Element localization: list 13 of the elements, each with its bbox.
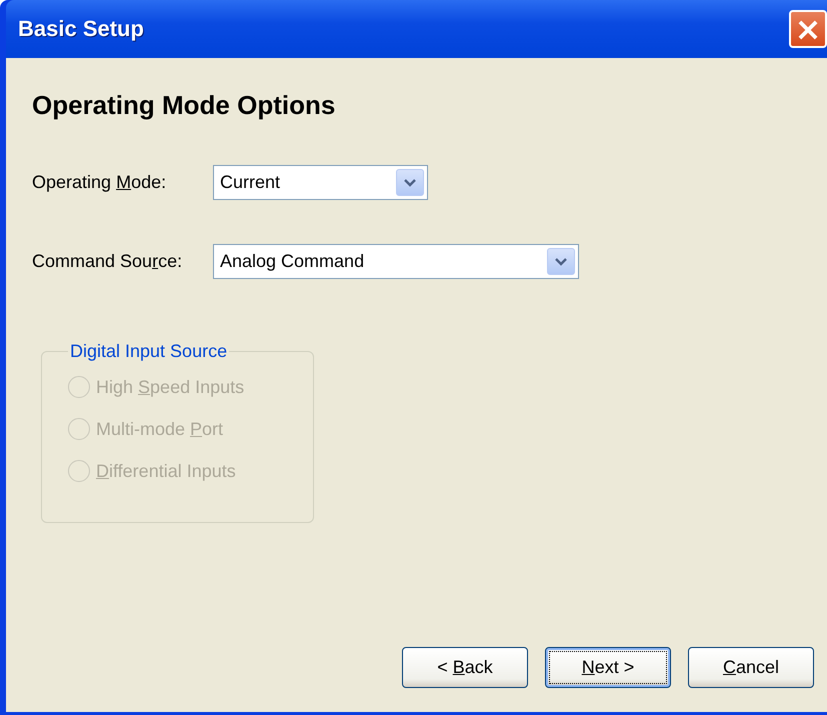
dialog-button[interactable]: Cancel — [688, 647, 814, 688]
field-label: Command Source: — [32, 251, 184, 272]
dialog-button[interactable]: < Back — [402, 647, 528, 688]
dialog-button[interactable]: Next > — [545, 647, 671, 688]
radio-label: High Speed Inputs — [96, 376, 244, 398]
dropdown[interactable]: Current — [213, 165, 428, 200]
page-heading: Operating Mode Options — [32, 90, 336, 121]
window-title: Basic Setup — [18, 16, 144, 42]
radio-label: Differential Inputs — [96, 460, 236, 482]
field-label: Operating Mode: — [32, 172, 168, 193]
group-title: Digital Input Source — [69, 341, 228, 362]
radio-label: Multi-mode Port — [96, 418, 224, 440]
dropdown[interactable]: Analog Command — [213, 244, 579, 279]
